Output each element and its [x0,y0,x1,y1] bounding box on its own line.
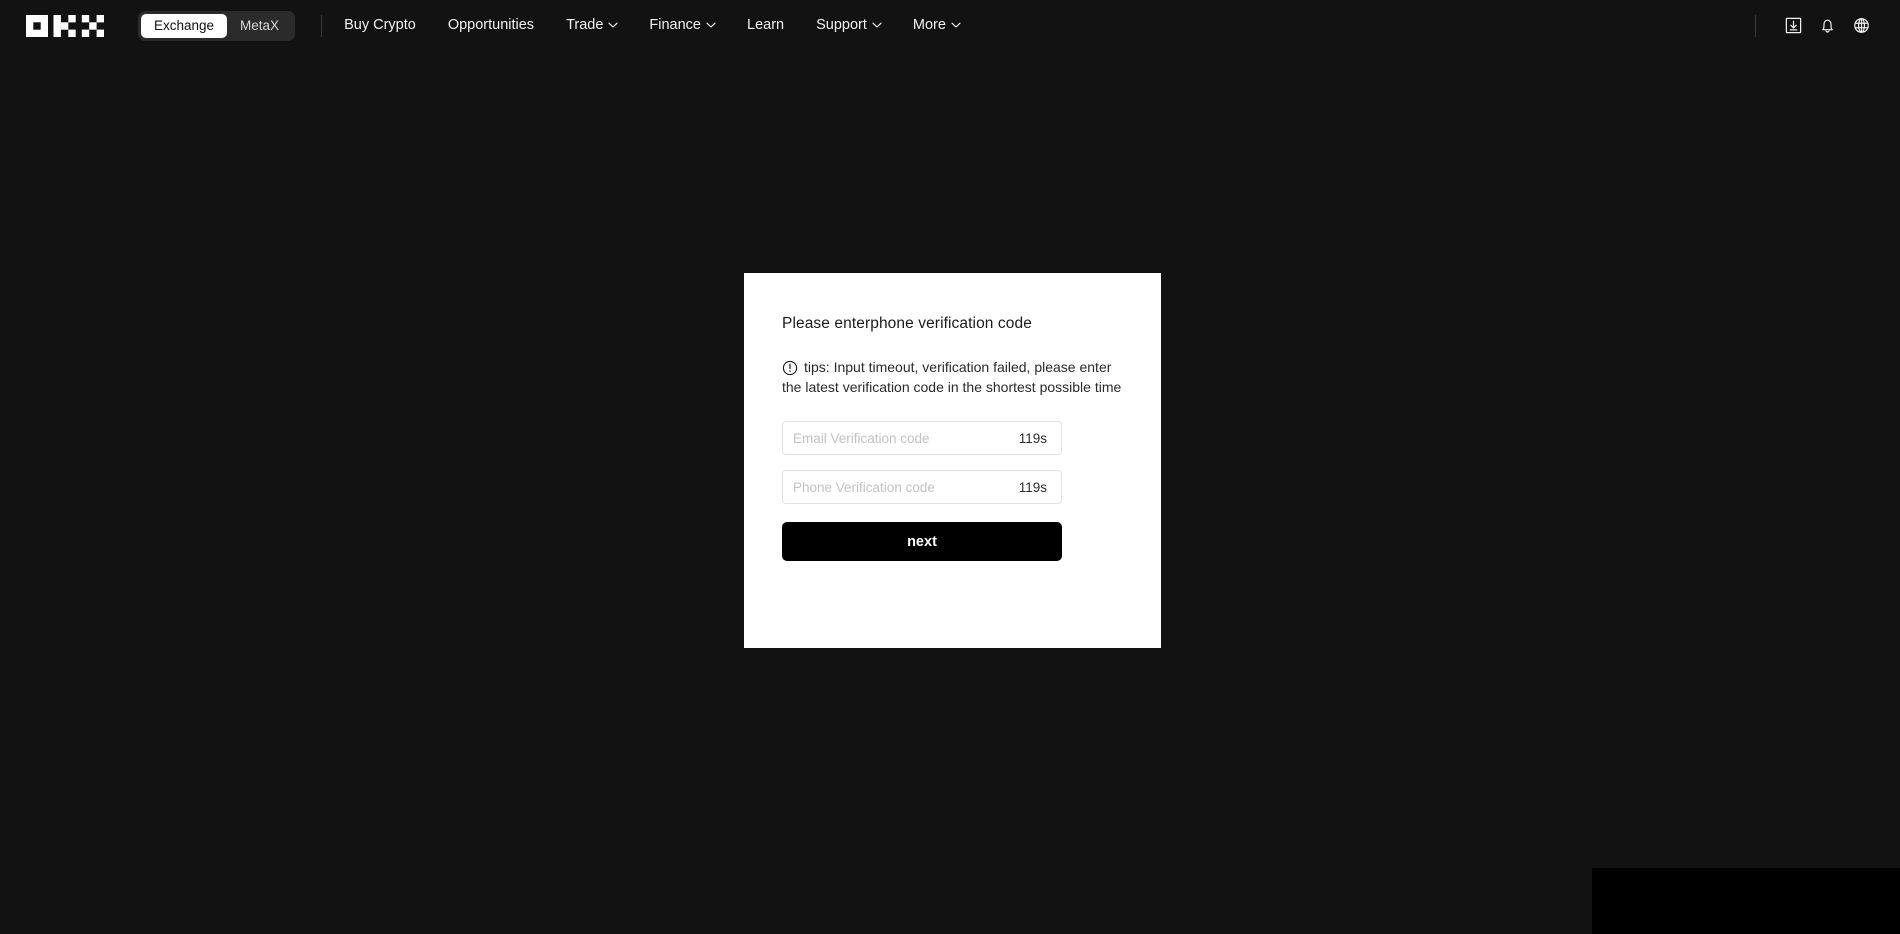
segment-exchange[interactable]: Exchange [141,13,228,38]
okx-logo[interactable] [26,14,104,37]
segment-exchange-label: Exchange [154,18,215,33]
chevron-down-icon [872,20,882,29]
nav-label: Support [816,17,867,33]
segment-metax[interactable]: MetaX [227,14,292,38]
chevron-down-icon [608,20,619,29]
nav-item-finance[interactable]: Finance [649,0,716,51]
tips-message: tips: Input timeout, verification failed… [782,357,1123,398]
nav-item-trade[interactable]: Trade [566,0,619,51]
nav-item-buy-crypto[interactable]: Buy Crypto [344,0,416,51]
bell-icon[interactable] [1810,9,1844,43]
chevron-down-icon [706,20,716,29]
header-divider [321,14,323,37]
nav-label: Learn [747,17,785,33]
phone-code-input[interactable] [783,471,1019,504]
segment-metax-label: MetaX [240,18,280,33]
modal-title: Please enterphone verification code [782,315,1032,332]
product-switch[interactable]: Exchange MetaX [138,10,296,41]
verification-modal-body: Please enterphone verification code tips… [744,273,1161,562]
next-button-label: next [907,533,937,550]
tips-text: tips: Input timeout, verification failed… [782,358,1122,395]
exclamation-circle-icon [782,360,798,376]
chevron-down-icon [951,20,961,29]
email-code-field[interactable]: 119s [782,421,1062,456]
email-code-timer[interactable]: 119s [1019,431,1061,446]
nav-label: More [912,17,946,33]
download-icon[interactable] [1776,9,1810,43]
nav-label: Buy Crypto [344,17,416,33]
main-nav: Buy Crypto Opportunities Trade Finance L… [344,0,961,51]
header-actions-divider [1755,14,1756,37]
site-header: Exchange MetaX Buy Crypto Opportunities … [0,0,1900,51]
bottom-right-panel [1592,868,1900,934]
nav-label: Trade [566,17,604,33]
nav-item-learn[interactable]: Learn [747,0,784,51]
nav-item-support[interactable]: Support [816,0,882,51]
verification-modal: Please enterphone verification code tips… [744,273,1161,648]
nav-label: Opportunities [447,17,535,33]
globe-icon[interactable] [1844,9,1878,43]
page-root: Exchange MetaX Buy Crypto Opportunities … [0,0,1900,934]
nav-item-opportunities[interactable]: Opportunities [448,0,534,51]
nav-label: Finance [649,17,701,33]
phone-code-timer[interactable]: 119s [1019,480,1061,495]
next-button[interactable]: next [782,522,1062,562]
header-actions [1755,9,1878,43]
phone-code-field[interactable]: 119s [782,470,1062,505]
email-code-input[interactable] [783,422,1019,455]
nav-item-more[interactable]: More [912,0,961,51]
